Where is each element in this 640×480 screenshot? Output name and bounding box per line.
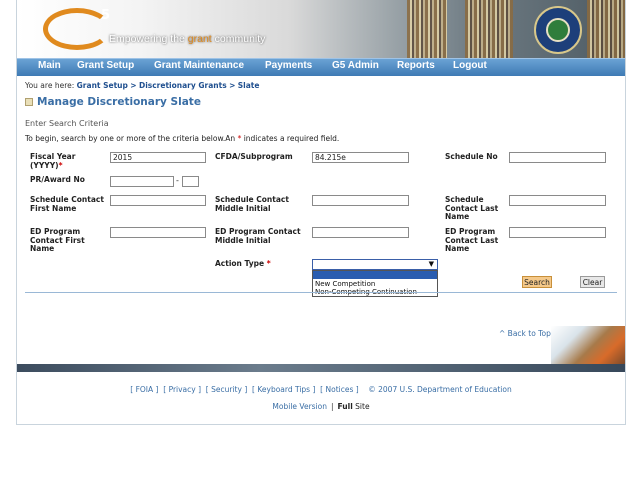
breadcrumb-separator: > — [229, 81, 236, 90]
dropdown-highlight[interactable] — [313, 271, 437, 279]
mobile-version-link[interactable]: Mobile Version — [272, 402, 327, 411]
nav-grant-setup[interactable]: Grant Setup — [77, 60, 134, 71]
nav-reports[interactable]: Reports — [397, 60, 435, 71]
version-separator: | — [331, 402, 334, 411]
cfda-label: CFDA/Subprogram — [215, 152, 293, 161]
seal-tree-icon — [546, 18, 570, 42]
tagline-pre: Empowering the — [109, 33, 188, 45]
tagline-post: community — [211, 33, 266, 45]
footer-band — [17, 364, 625, 372]
fiscal-year-label-text: Fiscal Year (YYYY) — [30, 152, 76, 170]
main-nav: Main Grant Setup Grant Maintenance Payme… — [17, 58, 625, 76]
bookshelf-image — [407, 0, 447, 58]
schedule-contact-middle-input[interactable] — [312, 195, 409, 206]
bookshelf-image — [465, 0, 513, 58]
action-type-label-text: Action Type — [215, 259, 265, 268]
site-version-row: Mobile Version | Full Site — [17, 402, 625, 411]
required-star: * — [266, 259, 271, 268]
footer-notices-link[interactable]: Notices — [326, 385, 354, 394]
page-title-text: Manage Discretionary Slate — [37, 96, 201, 108]
clear-button[interactable]: Clear — [580, 276, 605, 288]
schedule-contact-last-input[interactable] — [509, 195, 606, 206]
pr-award-label: PR/Award No — [30, 175, 85, 184]
instructions: To begin, search by one or more of the c… — [25, 134, 339, 143]
action-type-select[interactable]: ▼ — [312, 259, 438, 270]
chevron-down-icon[interactable]: ▼ — [429, 260, 434, 268]
full-site-label: Full — [337, 402, 353, 411]
ed-contact-middle-label: ED Program Contact Middle Initial — [215, 227, 301, 245]
footer-security-link[interactable]: Security — [211, 385, 242, 394]
page-frame: 5 Empowering the grant community Main Gr… — [16, 0, 626, 425]
pr-award-suffix-input[interactable] — [182, 176, 199, 187]
ed-contact-last-label: ED Program Contact Last Name — [445, 227, 499, 253]
ed-contact-first-input[interactable] — [110, 227, 206, 238]
footer-privacy-link[interactable]: Privacy — [169, 385, 196, 394]
tagline: Empowering the grant community — [109, 33, 265, 45]
fiscal-year-label: Fiscal Year (YYYY)* — [30, 152, 110, 170]
g5-logo-text: 5 — [101, 8, 111, 23]
footer-foia-link[interactable]: FOIA — [136, 385, 154, 394]
nav-g5-admin[interactable]: G5 Admin — [332, 60, 379, 71]
footer-copyright: © 2007 U.S. Department of Education — [368, 385, 512, 394]
nav-main[interactable]: Main — [38, 60, 61, 71]
site-label: Site — [355, 402, 370, 411]
department-seal-icon — [534, 6, 582, 54]
pr-award-dash: - — [176, 176, 179, 185]
classroom-corner-image — [551, 326, 625, 364]
required-star: * — [58, 160, 63, 170]
tagline-highlight: grant — [187, 33, 212, 45]
section-heading: Enter Search Criteria — [25, 119, 109, 128]
ed-contact-last-input[interactable] — [509, 227, 606, 238]
back-to-top-link[interactable]: ^ Back to Top — [499, 329, 551, 338]
nav-payments[interactable]: Payments — [265, 60, 312, 71]
divider — [25, 292, 617, 293]
schedule-contact-last-label: Schedule Contact Last Name — [445, 195, 499, 221]
fiscal-year-input[interactable]: 2015 — [110, 152, 206, 163]
cfda-input[interactable]: 84.215e — [312, 152, 409, 163]
footer-links: [ FOIA ] [ Privacy ] [ Security ] [ Keyb… — [130, 385, 512, 394]
pr-award-input[interactable] — [110, 176, 174, 187]
nav-grant-maintenance[interactable]: Grant Maintenance — [154, 60, 244, 71]
breadcrumb-discretionary-grants[interactable]: Discretionary Grants — [139, 81, 227, 90]
option-new-competition[interactable]: New Competition — [315, 280, 375, 288]
title-bullet-icon — [25, 98, 33, 106]
header-banner: 5 Empowering the grant community — [17, 0, 625, 58]
schedule-contact-first-input[interactable] — [110, 195, 206, 206]
schedule-contact-first-label: Schedule Contact First Name — [30, 195, 104, 213]
ed-contact-first-label: ED Program Contact First Name — [30, 227, 85, 253]
instructions-pre: To begin, search by one or more of the c… — [25, 134, 238, 143]
instructions-post: indicates a required field. — [241, 134, 340, 143]
breadcrumb-grant-setup[interactable]: Grant Setup — [77, 81, 128, 90]
schedule-contact-middle-label: Schedule Contact Middle Initial — [215, 195, 289, 213]
footer-keyboard-tips-link[interactable]: Keyboard Tips — [257, 385, 310, 394]
nav-logout[interactable]: Logout — [453, 60, 487, 71]
breadcrumb-separator: > — [130, 81, 137, 90]
search-button[interactable]: Search — [522, 276, 552, 288]
bookshelf-image — [587, 0, 625, 58]
page-title: Manage Discretionary Slate — [25, 96, 201, 108]
schedule-no-input[interactable] — [509, 152, 606, 163]
schedule-no-label: Schedule No — [445, 152, 498, 161]
ed-contact-middle-input[interactable] — [312, 227, 409, 238]
breadcrumb-slate[interactable]: Slate — [238, 81, 260, 90]
action-type-label: Action Type * — [215, 259, 305, 269]
breadcrumb: You are here: Grant Setup > Discretionar… — [25, 81, 259, 90]
breadcrumb-prefix: You are here: — [25, 81, 75, 90]
